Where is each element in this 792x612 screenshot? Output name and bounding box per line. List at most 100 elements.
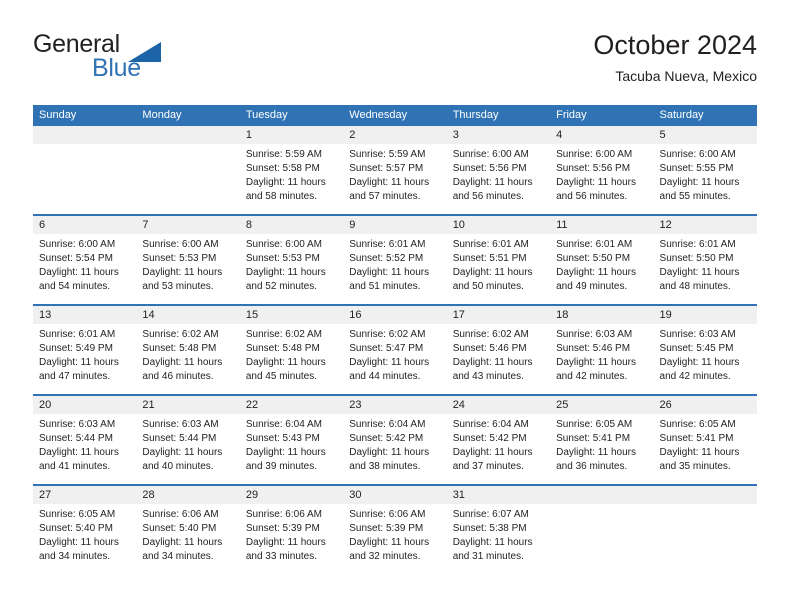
- day-cell[interactable]: 17 Sunrise: 6:02 AM Sunset: 5:46 PM Dayligh…: [446, 306, 551, 394]
- daylight-text-line2: and 55 minutes.: [659, 191, 731, 202]
- day-cell[interactable]: 27 Sunrise: 6:05 AM Sunset: 5:40 PM Dayligh…: [33, 486, 137, 574]
- day-cell[interactable]: 5 Sunrise: 6:00 AM Sunset: 5:55 PM Daylight…: [653, 126, 757, 214]
- day-cell[interactable]: 28 Sunrise: 6:06 AM Sunset: 5:40 PM Dayligh…: [136, 486, 240, 574]
- day-number: 31: [452, 489, 465, 501]
- day-cell[interactable]: 21 Sunrise: 6:03 AM Sunset: 5:44 PM Dayligh…: [136, 396, 240, 484]
- day-number-band: 31: [446, 486, 551, 504]
- daylight-text-line1: Daylight: 11 hours: [39, 447, 119, 458]
- daylight-text-line2: and 49 minutes.: [556, 281, 628, 292]
- day-number: 29: [245, 489, 259, 501]
- day-cell-empty: [653, 486, 757, 574]
- daylight-text-line2: and 32 minutes.: [349, 551, 421, 562]
- sunrise-text: Sunrise: 6:01 AM: [39, 329, 116, 340]
- day-cell[interactable]: 18 Sunrise: 6:03 AM Sunset: 5:46 PM Dayligh…: [550, 306, 654, 394]
- daylight-text-line1: Daylight: 11 hours: [39, 357, 119, 368]
- daylight-text-line1: Daylight: 11 hours: [349, 537, 430, 548]
- day-cell[interactable]: 13 Sunrise: 6:01 AM Sunset: 5:49 PM Dayligh…: [33, 306, 137, 394]
- sunrise-text: Sunrise: 6:02 AM: [452, 329, 529, 340]
- sunrise-text: Sunrise: 6:02 AM: [142, 329, 219, 340]
- day-number-band: 13: [33, 306, 137, 324]
- day-number-band: 10: [446, 216, 551, 234]
- day-details: Sunrise: 6:06 AM Sunset: 5:40 PM Daylight:…: [136, 504, 239, 564]
- day-cell[interactable]: 15 Sunrise: 6:02 AM Sunset: 5:48 PM Dayligh…: [239, 306, 344, 394]
- day-number: 15: [245, 309, 259, 321]
- sunset-text: Sunset: 5:54 PM: [39, 253, 113, 264]
- sunset-text: Sunset: 5:48 PM: [142, 343, 217, 354]
- calendar-week-cells: 20 Sunrise: 6:03 AM Sunset: 5:44 PM Dayligh…: [33, 396, 757, 484]
- day-number: 27: [39, 489, 52, 501]
- daylight-text-line1: Daylight: 11 hours: [556, 447, 636, 458]
- general-blue-logo[interactable]: General Blue: [33, 28, 273, 88]
- day-number-band: 8: [239, 216, 344, 234]
- day-cell[interactable]: 29 Sunrise: 6:06 AM Sunset: 5:39 PM Dayligh…: [239, 486, 344, 574]
- day-details: Sunrise: 5:59 AM Sunset: 5:57 PM Daylight:…: [343, 144, 446, 204]
- day-cell[interactable]: 30 Sunrise: 6:06 AM Sunset: 5:39 PM Dayligh…: [343, 486, 447, 574]
- day-cell[interactable]: 9 Sunrise: 6:01 AM Sunset: 5:52 PM Daylight…: [343, 216, 447, 304]
- day-cell[interactable]: 8 Sunrise: 6:00 AM Sunset: 5:53 PM Daylight…: [239, 216, 344, 304]
- sunset-text: Sunset: 5:53 PM: [245, 253, 320, 264]
- sunset-text: Sunset: 5:41 PM: [556, 433, 631, 444]
- daylight-text-line2: and 48 minutes.: [659, 281, 731, 292]
- day-number: 17: [452, 309, 465, 321]
- sunrise-text: Sunrise: 6:00 AM: [659, 149, 736, 160]
- day-details: Sunrise: 6:03 AM Sunset: 5:45 PM Daylight:…: [654, 324, 757, 384]
- day-cell[interactable]: 20 Sunrise: 6:03 AM Sunset: 5:44 PM Dayligh…: [33, 396, 137, 484]
- daylight-text-line2: and 45 minutes.: [245, 371, 318, 382]
- daylight-text-line2: and 50 minutes.: [452, 281, 524, 292]
- day-details: Sunrise: 6:05 AM Sunset: 5:41 PM Daylight:…: [550, 414, 653, 474]
- sunset-text: Sunset: 5:43 PM: [245, 433, 320, 444]
- calendar-week-cells: 6 Sunrise: 6:00 AM Sunset: 5:54 PM Daylight…: [33, 216, 757, 304]
- day-number-band: 4: [550, 126, 654, 144]
- day-cell[interactable]: 6 Sunrise: 6:00 AM Sunset: 5:54 PM Daylight…: [33, 216, 137, 304]
- day-details: Sunrise: 6:06 AM Sunset: 5:39 PM Daylight:…: [240, 504, 343, 564]
- day-details: Sunrise: 6:00 AM Sunset: 5:56 PM Daylight:…: [447, 144, 550, 204]
- sunset-text: Sunset: 5:40 PM: [142, 523, 217, 534]
- calendar-weeks: 1 Sunrise: 5:59 AM Sunset: 5:58 PM Daylight…: [33, 126, 757, 574]
- day-number-band: 28: [136, 486, 240, 504]
- daylight-text-line2: and 46 minutes.: [142, 371, 214, 382]
- day-cell[interactable]: 25 Sunrise: 6:05 AM Sunset: 5:41 PM Dayligh…: [550, 396, 654, 484]
- day-details: Sunrise: 6:04 AM Sunset: 5:42 PM Daylight:…: [343, 414, 446, 474]
- sunset-text: Sunset: 5:39 PM: [349, 523, 424, 534]
- day-cell[interactable]: 12 Sunrise: 6:01 AM Sunset: 5:50 PM Dayligh…: [653, 216, 757, 304]
- day-cell[interactable]: 31 Sunrise: 6:07 AM Sunset: 5:38 PM Dayligh…: [446, 486, 551, 574]
- daylight-text-line2: and 37 minutes.: [452, 461, 524, 472]
- sunrise-text: Sunrise: 6:03 AM: [142, 419, 219, 430]
- day-number: 7: [142, 219, 149, 231]
- weekday-header-wednesday: Wednesday: [349, 109, 408, 121]
- day-number: 22: [245, 399, 259, 411]
- day-number-band: [33, 126, 137, 144]
- day-cell[interactable]: 24 Sunrise: 6:04 AM Sunset: 5:42 PM Dayligh…: [446, 396, 551, 484]
- daylight-text-line2: and 51 minutes.: [349, 281, 421, 292]
- day-cell[interactable]: 2 Sunrise: 5:59 AM Sunset: 5:57 PM Daylight…: [343, 126, 447, 214]
- day-cell[interactable]: 16 Sunrise: 6:02 AM Sunset: 5:47 PM Dayligh…: [343, 306, 447, 394]
- day-cell[interactable]: 22 Sunrise: 6:04 AM Sunset: 5:43 PM Dayligh…: [239, 396, 344, 484]
- daylight-text-line2: and 42 minutes.: [556, 371, 628, 382]
- day-cell[interactable]: 7 Sunrise: 6:00 AM Sunset: 5:53 PM Daylight…: [136, 216, 240, 304]
- day-cell[interactable]: 26 Sunrise: 6:05 AM Sunset: 5:41 PM Dayligh…: [653, 396, 757, 484]
- sunrise-text: Sunrise: 6:07 AM: [452, 509, 529, 520]
- daylight-text-line1: Daylight: 11 hours: [245, 357, 326, 368]
- day-number: 21: [142, 399, 155, 411]
- sunrise-text: Sunrise: 6:01 AM: [659, 239, 736, 250]
- day-number: 26: [659, 399, 672, 411]
- sunrise-text: Sunrise: 6:01 AM: [556, 239, 633, 250]
- day-cell[interactable]: 23 Sunrise: 6:04 AM Sunset: 5:42 PM Dayligh…: [343, 396, 447, 484]
- sunset-text: Sunset: 5:58 PM: [245, 163, 320, 174]
- day-cell[interactable]: 19 Sunrise: 6:03 AM Sunset: 5:45 PM Dayligh…: [653, 306, 757, 394]
- day-details: Sunrise: 6:05 AM Sunset: 5:41 PM Daylight:…: [654, 414, 757, 474]
- day-cell[interactable]: 3 Sunrise: 6:00 AM Sunset: 5:56 PM Daylight…: [446, 126, 551, 214]
- sunrise-text: Sunrise: 6:03 AM: [659, 329, 736, 340]
- sunrise-text: Sunrise: 6:05 AM: [39, 509, 116, 520]
- day-number: 11: [556, 219, 568, 231]
- day-number-band: 1: [239, 126, 344, 144]
- day-cell[interactable]: 14 Sunrise: 6:02 AM Sunset: 5:48 PM Dayligh…: [136, 306, 240, 394]
- day-cell[interactable]: 4 Sunrise: 6:00 AM Sunset: 5:56 PM Daylight…: [550, 126, 654, 214]
- day-cell[interactable]: 11 Sunrise: 6:01 AM Sunset: 5:50 PM Dayligh…: [550, 216, 654, 304]
- sunset-text: Sunset: 5:50 PM: [556, 253, 631, 264]
- day-cell[interactable]: 1 Sunrise: 5:59 AM Sunset: 5:58 PM Daylight…: [239, 126, 344, 214]
- day-cell[interactable]: 10 Sunrise: 6:01 AM Sunset: 5:51 PM Dayligh…: [446, 216, 551, 304]
- sunrise-text: Sunrise: 6:04 AM: [349, 419, 426, 430]
- daylight-text-line1: Daylight: 11 hours: [452, 267, 533, 278]
- daylight-text-line2: and 34 minutes.: [142, 551, 214, 562]
